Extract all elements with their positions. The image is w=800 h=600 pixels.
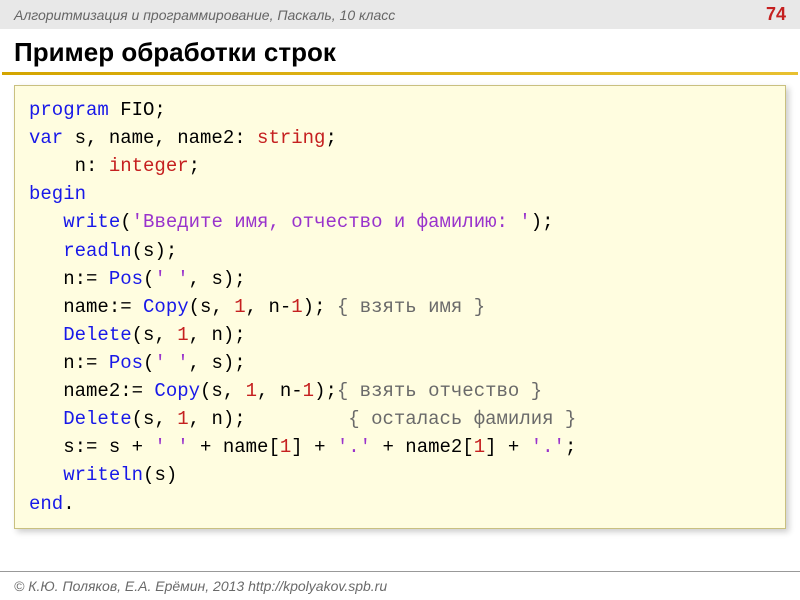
fn-delete: Delete	[63, 324, 131, 346]
code-block: program FIO; var s, name, name2: string;…	[14, 85, 786, 529]
page-number: 74	[766, 4, 786, 25]
breadcrumb: Алгоритмизация и программирование, Паска…	[14, 7, 395, 23]
fn-pos: Pos	[109, 268, 143, 290]
fn-readln: readln	[63, 240, 131, 262]
kw-var: var	[29, 127, 75, 149]
title-underline	[2, 72, 798, 75]
comment-patronymic: { взять отчество }	[337, 380, 542, 402]
kw-end: end	[29, 493, 63, 515]
fn-write: write	[63, 211, 120, 233]
slide-footer: © К.Ю. Поляков, Е.А. Ерёмин, 2013 http:/…	[0, 571, 800, 600]
str-prompt: 'Введите имя, отчество и фамилию: '	[132, 211, 531, 233]
comment-surname: { осталась фамилия }	[348, 408, 576, 430]
fn-writeln: writeln	[63, 464, 143, 486]
ty-integer: integer	[109, 155, 189, 177]
comment-name: { взять имя }	[337, 296, 485, 318]
kw-program: program	[29, 99, 120, 121]
ty-string: string	[257, 127, 325, 149]
slide-header: Алгоритмизация и программирование, Паска…	[0, 0, 800, 29]
id-fio: FIO;	[120, 99, 166, 121]
kw-begin: begin	[29, 183, 86, 205]
var-decl: s, name, name2:	[75, 127, 257, 149]
page-title: Пример обработки строк	[0, 29, 800, 72]
fn-copy: Copy	[143, 296, 189, 318]
